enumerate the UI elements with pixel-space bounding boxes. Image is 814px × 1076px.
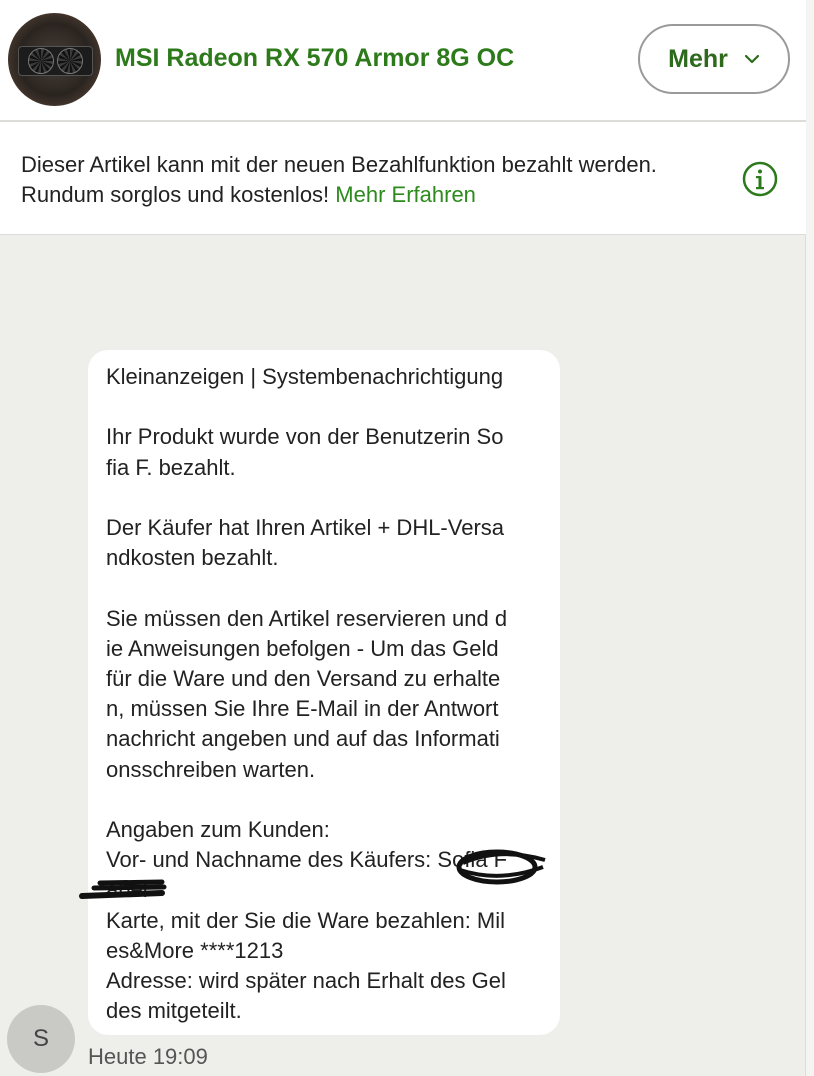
more-button[interactable]: Mehr (638, 24, 790, 94)
message-paragraph-1: Ihr Produkt wurde von der Benutzerin So … (106, 424, 504, 480)
buyer-name-line: Vor- und Nachname des Käufers: Sofia F (106, 847, 508, 873)
customer-details-heading: Angaben zum Kunden: (106, 817, 330, 843)
more-button-label: Mehr (668, 44, 728, 73)
message-body: Kleinanzeigen | Systembenachrichtigung I… (106, 362, 546, 1026)
listing-title[interactable]: MSI Radeon RX 570 Armor 8G OC (115, 44, 514, 73)
avatar-initial: S (32, 1025, 49, 1052)
message-paragraph-2: Der Käufer hat Ihren Artikel + DHL-Versa… (106, 515, 505, 571)
payment-card-line: Karte, mit der Sie die Ware bezahlen: Mi… (106, 907, 506, 963)
learn-more-link[interactable]: Mehr Erfahren (335, 182, 476, 207)
redaction-scribble-continuation (79, 879, 167, 899)
banner-text: Dieser Artikel kann mit der neuen Bezahl… (21, 150, 721, 210)
redaction-scribble-surname (456, 849, 546, 885)
info-icon[interactable] (742, 161, 778, 197)
message-bubble: Kleinanzeigen | Systembenachrichtigung I… (88, 350, 560, 1035)
message-header: Kleinanzeigen | Systembenachrichtigung (106, 364, 504, 389)
scrollbar-track[interactable] (805, 0, 814, 1076)
listing-header: MSI Radeon RX 570 Armor 8G OC Mehr (0, 0, 806, 122)
chevron-down-icon (744, 54, 759, 64)
address-line: Adresse: wird später nach Erhalt des Gel… (106, 968, 506, 1024)
message-paragraph-3: Sie müssen den Artikel reservieren und d… (106, 605, 508, 782)
listing-thumbnail[interactable] (8, 13, 101, 106)
payment-info-banner: Dieser Artikel kann mit der neuen Bezahl… (0, 122, 806, 235)
fan-right (57, 48, 83, 74)
sender-avatar[interactable]: S (7, 1005, 75, 1073)
message-timestamp: Heute 19:09 (88, 1044, 208, 1069)
fan-left (28, 48, 54, 74)
